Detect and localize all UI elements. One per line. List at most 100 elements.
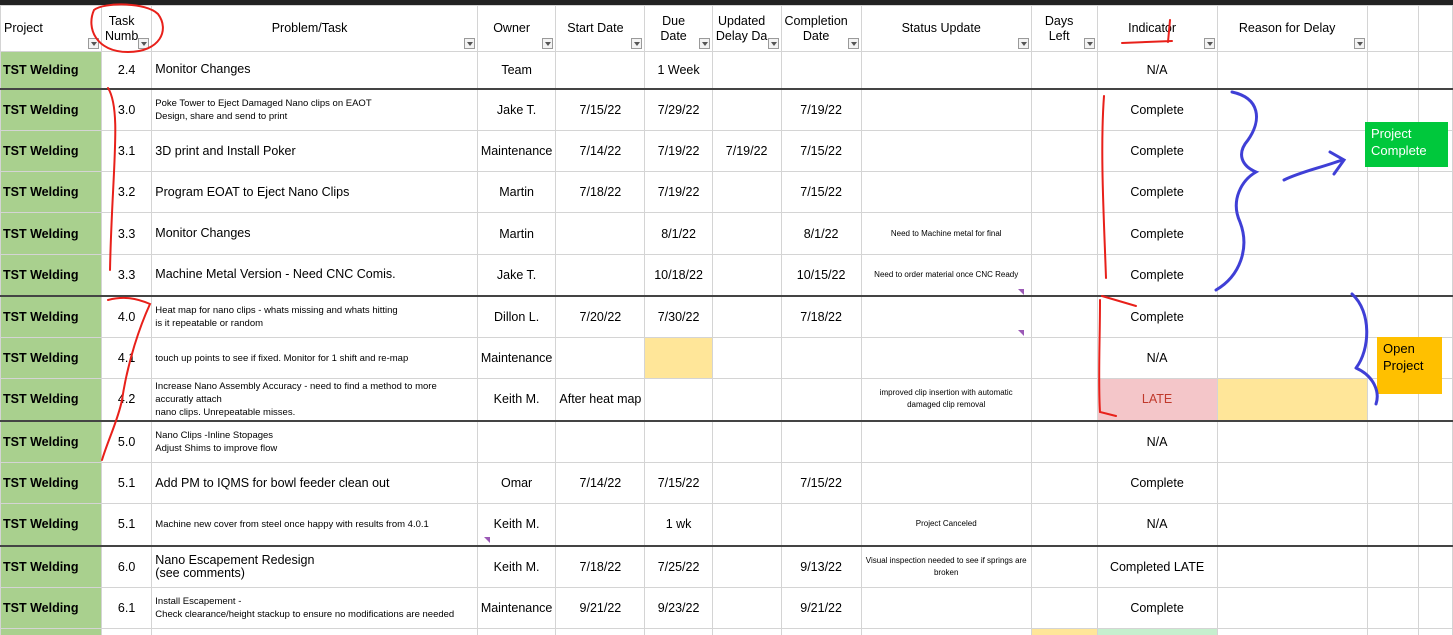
cell-days[interactable]	[1030, 378, 1098, 421]
cell-empty[interactable]	[1418, 254, 1453, 296]
cell-days[interactable]	[1030, 212, 1098, 255]
cell-status[interactable]	[860, 87, 1032, 131]
cell-task[interactable]: 4.2	[100, 378, 153, 421]
cell-due[interactable]: 7/25/22	[644, 544, 713, 588]
cell-due[interactable]	[644, 419, 713, 463]
filter-dropdown-icon[interactable]	[1017, 38, 1029, 49]
cell-status[interactable]	[860, 130, 1032, 172]
col-owner[interactable]: Owner	[476, 5, 557, 52]
filter-dropdown-icon[interactable]	[698, 38, 710, 49]
cell-status[interactable]: Need to Machine metal for final	[860, 212, 1032, 255]
cell-problem[interactable]: Machine new cover from steel once happy …	[151, 503, 478, 546]
filter-dropdown-icon[interactable]	[1353, 38, 1365, 49]
cell-start[interactable]: 7/15/22	[555, 87, 646, 131]
cell-task[interactable]: 5.1	[100, 462, 153, 504]
cell-status[interactable]: improved clip insertion with automatic d…	[860, 378, 1032, 421]
cell-reason[interactable]	[1216, 419, 1368, 463]
cell-empty[interactable]	[1418, 503, 1453, 546]
cell-start[interactable]	[555, 51, 646, 89]
cell-updated[interactable]	[711, 337, 782, 379]
cell-days[interactable]	[1030, 51, 1098, 89]
cell-start[interactable]: 7/18/22	[555, 171, 646, 213]
cell-task[interactable]: 3.3	[100, 254, 153, 296]
cell-empty[interactable]	[1096, 628, 1218, 635]
cell-reason[interactable]	[1216, 212, 1368, 255]
cell-task[interactable]: 6.1	[100, 587, 153, 629]
cell-completion[interactable]: 7/15/22	[780, 462, 862, 504]
col-problem[interactable]: Problem/Task	[151, 5, 478, 52]
project-complete-note[interactable]: Project Complete	[1365, 122, 1448, 167]
cell-days[interactable]	[1030, 171, 1098, 213]
cell-updated[interactable]	[711, 462, 782, 504]
cell-reason[interactable]	[1216, 378, 1368, 421]
cell-updated[interactable]: 7/19/22	[711, 130, 782, 172]
cell-start[interactable]	[555, 419, 646, 463]
cell-due[interactable]: 7/30/22	[644, 294, 713, 338]
cell-status[interactable]	[860, 171, 1032, 213]
cell-indicator[interactable]: Complete	[1096, 212, 1218, 255]
cell-project[interactable]: TST Welding	[0, 544, 102, 588]
open-project-note[interactable]: Open Project	[1377, 337, 1442, 394]
cell-empty[interactable]	[1418, 294, 1453, 338]
cell-due[interactable]: 8/1/22	[644, 212, 713, 255]
filter-dropdown-icon[interactable]	[847, 38, 859, 49]
cell-start[interactable]: After heat map	[555, 378, 646, 421]
cell-project[interactable]: TST Welding	[0, 294, 102, 338]
cell-project[interactable]: TST Welding	[0, 87, 102, 131]
cell-problem[interactable]: Poke Tower to Eject Damaged Nano clips o…	[151, 87, 478, 131]
cell-completion[interactable]: 10/15/22	[780, 254, 862, 296]
col-updated[interactable]: Updated Delay Da	[711, 5, 782, 52]
cell-project[interactable]: TST Welding	[0, 419, 102, 463]
cell-start[interactable]: 7/14/22	[555, 462, 646, 504]
cell-status[interactable]	[860, 294, 1032, 338]
cell-completion[interactable]: 9/13/22	[780, 544, 862, 588]
cell-status[interactable]	[860, 462, 1032, 504]
cell-completion[interactable]	[780, 419, 862, 463]
cell-project[interactable]: TST Welding	[0, 130, 102, 172]
cell-empty[interactable]	[644, 628, 713, 635]
cell-problem[interactable]: Install Escapement - Check clearance/hei…	[151, 587, 478, 629]
cell-due[interactable]: 9/23/22	[644, 587, 713, 629]
cell-reason[interactable]	[1216, 587, 1368, 629]
filter-dropdown-icon[interactable]	[767, 38, 779, 49]
cell-project[interactable]: TST Welding	[0, 378, 102, 421]
cell-reason[interactable]	[1216, 51, 1368, 89]
cell-due[interactable]: 10/18/22	[644, 254, 713, 296]
cell-status[interactable]: Project Canceled	[860, 503, 1032, 546]
cell-project[interactable]: TST Welding	[0, 51, 102, 89]
cell-due[interactable]: 1 wk	[644, 503, 713, 546]
cell-due[interactable]: 7/29/22	[644, 87, 713, 131]
filter-dropdown-icon[interactable]	[463, 38, 475, 49]
cell-days[interactable]	[1030, 337, 1098, 379]
cell-problem[interactable]: 3D print and Install Poker	[151, 130, 478, 172]
cell-status[interactable]	[860, 51, 1032, 89]
cell-empty[interactable]	[1418, 544, 1453, 588]
cell-indicator[interactable]: Completed LATE	[1096, 544, 1218, 588]
cell-updated[interactable]	[711, 254, 782, 296]
cell-days[interactable]	[1030, 462, 1098, 504]
cell-start[interactable]: 7/18/22	[555, 544, 646, 588]
cell-indicator[interactable]: LATE	[1096, 378, 1218, 421]
cell-problem[interactable]: touch up points to see if fixed. Monitor…	[151, 337, 478, 379]
cell-empty[interactable]	[1366, 544, 1420, 588]
cell-days[interactable]	[1030, 419, 1098, 463]
filter-dropdown-icon[interactable]	[1203, 38, 1215, 49]
cell-problem[interactable]: Add PM to IQMS for bowl feeder clean out	[151, 462, 478, 504]
cell-empty[interactable]	[1366, 294, 1420, 338]
cell-problem[interactable]: Machine Metal Version - Need CNC Comis.	[151, 254, 478, 296]
cell-owner[interactable]: Maintenance	[476, 130, 557, 172]
cell-start[interactable]: 9/21/22	[555, 587, 646, 629]
cell-indicator[interactable]: N/A	[1096, 337, 1218, 379]
filter-dropdown-icon[interactable]	[542, 38, 554, 49]
cell-indicator[interactable]: Complete	[1096, 462, 1218, 504]
cell-empty[interactable]	[1366, 628, 1420, 635]
cell-status[interactable]: Need to order material once CNC Ready	[860, 254, 1032, 296]
cell-task[interactable]: 3.2	[100, 171, 153, 213]
cell-status[interactable]: Visual inspection needed to see if sprin…	[860, 544, 1032, 588]
filter-dropdown-icon[interactable]	[1083, 38, 1095, 49]
cell-status[interactable]	[860, 419, 1032, 463]
cell-task[interactable]: 3.3	[100, 212, 153, 255]
cell-reason[interactable]	[1216, 337, 1368, 379]
col-completion[interactable]: Completion Date	[780, 5, 862, 52]
cell-empty[interactable]	[1418, 171, 1453, 213]
